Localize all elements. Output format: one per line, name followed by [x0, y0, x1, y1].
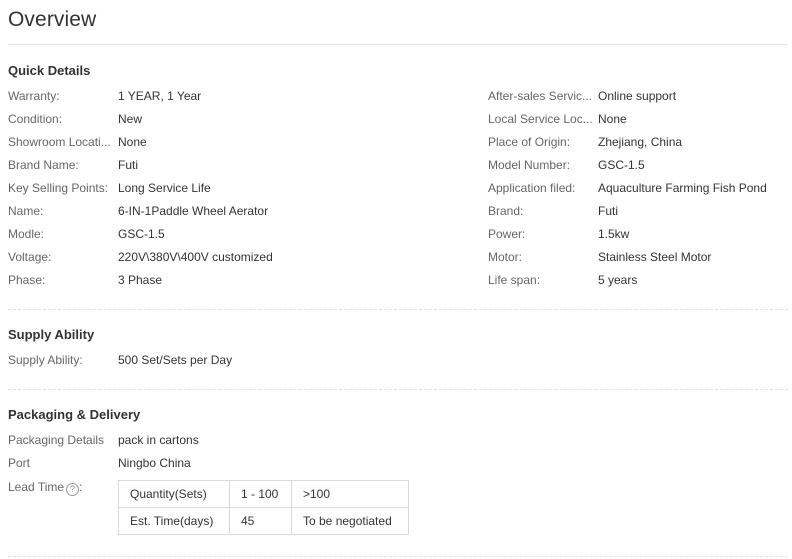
detail-value: Aquaculture Farming Fish Pond	[598, 181, 767, 195]
detail-value: 220V\380V\400V customized	[118, 250, 273, 264]
detail-row: Application filed: Aquaculture Farming Fi…	[488, 179, 788, 197]
detail-row: Phase: 3 Phase	[8, 271, 478, 289]
lead-time-table: Quantity(Sets) 1 - 100 >100 Est. Time(da…	[118, 480, 409, 535]
detail-row: Place of Origin: Zhejiang, China	[488, 133, 788, 151]
detail-value: 1 YEAR, 1 Year	[118, 89, 202, 103]
detail-label: Brand:	[488, 204, 524, 218]
detail-label: Phase:	[8, 273, 46, 287]
detail-row: Model Number: GSC-1.5	[488, 156, 788, 174]
detail-value: Long Service Life	[118, 181, 211, 195]
help-icon[interactable]: ?	[66, 483, 80, 496]
detail-row: Key Selling Points: Long Service Life	[8, 179, 478, 197]
lead-time-label-wrap: Lead Time?:	[8, 478, 116, 496]
detail-row: Brand Name: Futi	[8, 156, 478, 174]
quick-details-heading: Quick Details	[8, 63, 91, 78]
table-cell: 1 - 100	[229, 480, 292, 508]
detail-value: 6-IN-1Paddle Wheel Aerator	[118, 204, 269, 218]
page-title: Overview	[8, 8, 97, 31]
table-row: Quantity(Sets) 1 - 100 >100	[118, 480, 409, 508]
detail-row: Modle: GSC-1.5	[8, 225, 478, 243]
section-divider	[8, 389, 788, 390]
supply-ability-label: Supply Ability:	[8, 353, 83, 367]
table-cell: To be negotiated	[291, 507, 409, 535]
port-row: Port Ningbo China	[8, 454, 478, 472]
detail-row: Warranty: 1 YEAR, 1 Year	[8, 87, 478, 105]
detail-label: Place of Origin:	[488, 135, 571, 149]
detail-row: After-sales Servic... Online support	[488, 87, 788, 105]
section-divider	[8, 556, 788, 557]
detail-label: After-sales Servic...	[488, 89, 593, 103]
lead-time-colon: :	[79, 480, 83, 494]
detail-label: Application filed:	[488, 181, 576, 195]
table-row: Est. Time(days) 45 To be negotiated	[118, 507, 409, 535]
detail-row: Life span: 5 years	[488, 271, 788, 289]
detail-row: Brand: Futi	[488, 202, 788, 220]
detail-value: Online support	[598, 89, 677, 103]
detail-value: GSC-1.5	[118, 227, 165, 241]
detail-label: Power:	[488, 227, 526, 241]
detail-label: Showroom Locati...	[8, 135, 111, 149]
detail-label: Modle:	[8, 227, 45, 241]
port-label: Port	[8, 456, 31, 470]
detail-value: Futi	[598, 204, 619, 218]
detail-row: Condition: New	[8, 110, 478, 128]
section-divider	[8, 309, 788, 310]
detail-label: Model Number:	[488, 158, 571, 172]
detail-value: None	[118, 135, 147, 149]
lead-time-label: Lead Time	[8, 480, 65, 494]
detail-row: Local Service Loc... None	[488, 110, 788, 128]
supply-ability-row: Supply Ability: 500 Set/Sets per Day	[8, 351, 478, 369]
packaging-details-value: pack in cartons	[118, 433, 199, 447]
detail-value: None	[598, 112, 627, 126]
port-value: Ningbo China	[118, 456, 191, 470]
detail-row: Voltage: 220V\380V\400V customized	[8, 248, 478, 266]
detail-label: Condition:	[8, 112, 63, 126]
packaging-details-row: Packaging Details pack in cartons	[8, 431, 478, 449]
detail-value: New	[118, 112, 143, 126]
detail-label: Brand Name:	[8, 158, 79, 172]
supply-ability-value: 500 Set/Sets per Day	[118, 353, 233, 367]
detail-row: Power: 1.5kw	[488, 225, 788, 243]
detail-value: Zhejiang, China	[598, 135, 683, 149]
table-cell: 45	[229, 507, 292, 535]
title-divider	[8, 44, 788, 45]
detail-label: Life span:	[488, 273, 541, 287]
table-cell: Quantity(Sets)	[118, 480, 230, 508]
detail-label: Voltage:	[8, 250, 52, 264]
table-cell: >100	[291, 480, 409, 508]
detail-value: 3 Phase	[118, 273, 163, 287]
detail-row: Name: 6-IN-1Paddle Wheel Aerator	[8, 202, 478, 220]
packaging-details-label: Packaging Details	[8, 433, 105, 447]
detail-value: 1.5kw	[598, 227, 630, 241]
detail-label: Name:	[8, 204, 44, 218]
detail-label: Key Selling Points:	[8, 181, 109, 195]
packaging-heading: Packaging & Delivery	[8, 407, 141, 422]
table-cell: Est. Time(days)	[118, 507, 230, 535]
detail-value: GSC-1.5	[598, 158, 645, 172]
supply-ability-heading: Supply Ability	[8, 327, 95, 342]
detail-value: Futi	[118, 158, 139, 172]
detail-row: Showroom Locati... None	[8, 133, 478, 151]
detail-label: Warranty:	[8, 89, 60, 103]
detail-row: Motor: Stainless Steel Motor	[488, 248, 788, 266]
detail-value: 5 years	[598, 273, 638, 287]
detail-label: Local Service Loc...	[488, 112, 593, 126]
detail-label: Motor:	[488, 250, 523, 264]
detail-value: Stainless Steel Motor	[598, 250, 712, 264]
